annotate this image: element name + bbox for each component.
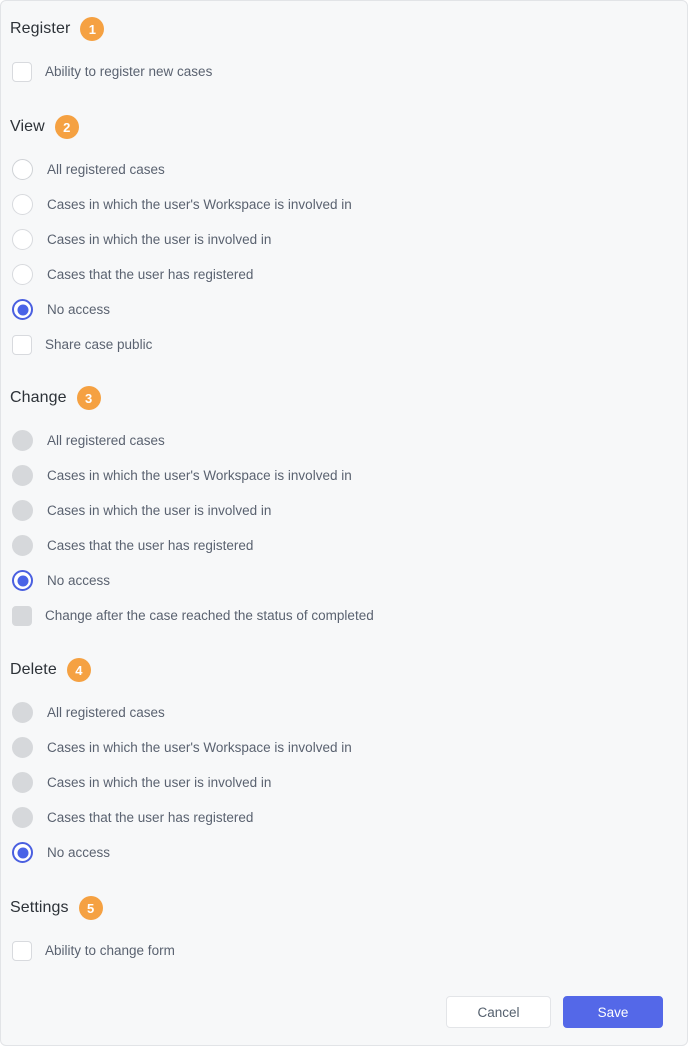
step-badge: 1 — [80, 17, 105, 41]
radio-view-user-registered[interactable]: Cases that the user has registered — [10, 257, 671, 292]
section-title: View — [10, 118, 45, 135]
checkbox-icon — [12, 605, 32, 626]
radio-change-user-registered: Cases that the user has registered — [10, 528, 671, 563]
dialog-footer: Cancel Save — [10, 996, 671, 1045]
radio-change-no-access[interactable]: No access — [10, 563, 671, 598]
radio-change-all-registered-cases: All registered cases — [10, 423, 671, 458]
section-title: Settings — [10, 899, 69, 916]
radio-icon — [12, 702, 33, 723]
option-label: All registered cases — [47, 705, 165, 720]
save-button[interactable]: Save — [563, 996, 663, 1028]
checkbox-ability-to-change-form[interactable]: Ability to change form — [10, 933, 671, 968]
radio-icon — [12, 737, 33, 758]
radio-icon — [12, 500, 33, 521]
options-register: Ability to register new cases — [10, 54, 671, 89]
option-label: Cases in which the user's Workspace is i… — [47, 740, 352, 755]
options-delete: All registered cases Cases in which the u… — [10, 695, 671, 870]
radio-icon[interactable] — [12, 159, 33, 180]
step-badge: 5 — [78, 896, 103, 920]
option-label: Cases in which the user's Workspace is i… — [47, 197, 352, 212]
section-delete: Delete 4 All registered cases Cases in whic… — [10, 656, 671, 870]
radio-icon[interactable] — [12, 842, 33, 863]
checkbox-icon[interactable] — [12, 61, 32, 82]
radio-delete-no-access[interactable]: No access — [10, 835, 671, 870]
radio-icon[interactable] — [12, 264, 33, 285]
radio-icon — [12, 430, 33, 451]
option-label: All registered cases — [47, 162, 165, 177]
section-title: Register — [10, 20, 71, 37]
options-change: All registered cases Cases in which the u… — [10, 423, 671, 633]
section-title: Delete — [10, 661, 57, 678]
checkbox-icon[interactable] — [12, 940, 32, 961]
radio-view-all-registered-cases[interactable]: All registered cases — [10, 152, 671, 187]
section-header-settings: Settings 5 — [10, 894, 671, 922]
option-label: Cases in which the user's Workspace is i… — [47, 468, 352, 483]
option-label: Cases that the user has registered — [47, 810, 254, 825]
option-label: Cases in which the user is involved in — [47, 232, 272, 247]
option-label: No access — [47, 302, 111, 317]
option-label: Cases in which the user is involved in — [47, 775, 272, 790]
checkbox-change-after-completed: Change after the case reached the status… — [10, 598, 671, 633]
option-label: No access — [47, 845, 111, 860]
option-label: Change after the case reached the status… — [45, 608, 374, 623]
option-label: Ability to register new cases — [45, 64, 213, 79]
step-badge: 3 — [76, 386, 101, 410]
option-label: Share case public — [45, 337, 153, 352]
section-header-view: View 2 — [10, 113, 671, 141]
radio-icon[interactable] — [12, 570, 33, 591]
step-badge: 4 — [66, 658, 91, 682]
section-view: View 2 All registered cases Cases in which … — [10, 113, 671, 362]
permission-sections: Register 1 Ability to register new cases Vi… — [10, 15, 671, 996]
cancel-button[interactable]: Cancel — [446, 996, 551, 1028]
option-label: All registered cases — [47, 433, 165, 448]
checkbox-share-case-public[interactable]: Share case public — [10, 327, 671, 362]
section-change: Change 3 All registered cases Cases in whic… — [10, 384, 671, 633]
option-label: Cases that the user has registered — [47, 538, 254, 553]
radio-icon — [12, 535, 33, 556]
radio-change-workspace-involved: Cases in which the user's Workspace is i… — [10, 458, 671, 493]
radio-view-workspace-involved[interactable]: Cases in which the user's Workspace is i… — [10, 187, 671, 222]
options-view: All registered cases Cases in which the u… — [10, 152, 671, 362]
radio-icon[interactable] — [12, 194, 33, 215]
checkbox-ability-to-register-new-cases[interactable]: Ability to register new cases — [10, 54, 671, 89]
radio-delete-user-involved: Cases in which the user is involved in — [10, 765, 671, 800]
option-label: No access — [47, 573, 111, 588]
radio-delete-user-registered: Cases that the user has registered — [10, 800, 671, 835]
section-header-register: Register 1 — [10, 15, 671, 43]
option-label: Cases in which the user is involved in — [47, 503, 272, 518]
radio-icon — [12, 465, 33, 486]
radio-icon[interactable] — [12, 299, 33, 320]
radio-icon[interactable] — [12, 229, 33, 250]
radio-icon — [12, 772, 33, 793]
radio-icon — [12, 807, 33, 828]
checkbox-icon[interactable] — [12, 334, 32, 355]
section-header-delete: Delete 4 — [10, 656, 671, 684]
radio-delete-workspace-involved: Cases in which the user's Workspace is i… — [10, 730, 671, 765]
options-settings: Ability to change form — [10, 933, 671, 968]
permissions-card: Register 1 Ability to register new cases Vi… — [0, 0, 688, 1046]
section-header-change: Change 3 — [10, 384, 671, 412]
section-register: Register 1 Ability to register new cases — [10, 15, 671, 89]
radio-view-no-access[interactable]: No access — [10, 292, 671, 327]
radio-change-user-involved: Cases in which the user is involved in — [10, 493, 671, 528]
section-settings: Settings 5 Ability to change form — [10, 894, 671, 968]
radio-delete-all-registered-cases: All registered cases — [10, 695, 671, 730]
option-label: Cases that the user has registered — [47, 267, 254, 282]
option-label: Ability to change form — [45, 943, 175, 958]
section-title: Change — [10, 389, 67, 406]
step-badge: 2 — [54, 115, 79, 139]
radio-view-user-involved[interactable]: Cases in which the user is involved in — [10, 222, 671, 257]
